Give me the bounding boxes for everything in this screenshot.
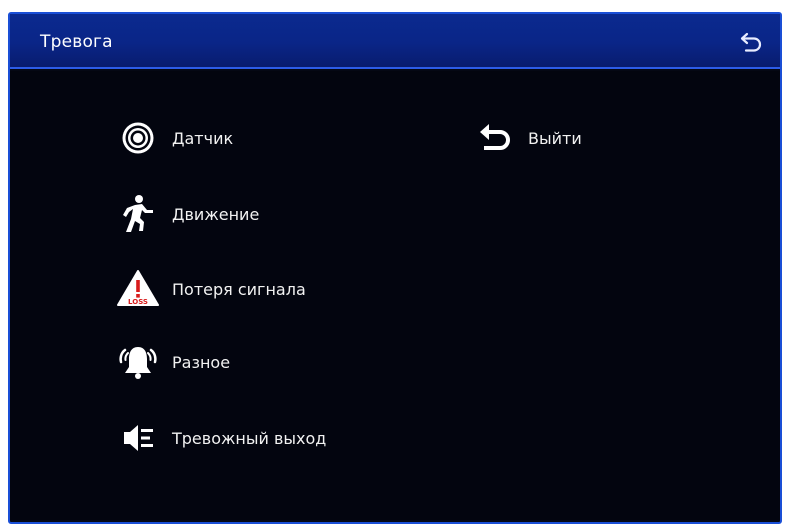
menu-item-motion[interactable]: Движение [116,193,259,235]
alarm-bell-icon [116,341,160,383]
menu-item-label: Движение [172,204,260,224]
return-arrow-icon [740,32,762,52]
menu-item-alarm-output[interactable]: Тревожный выход [116,417,326,459]
alarm-window: Тревога Датчик Движение LOSS Потеря сигн… [8,12,782,524]
menu-item-label: Выйти [528,128,582,148]
video-loss-warning-icon: LOSS [116,268,160,310]
menu-item-label: Тревожный выход [172,428,327,448]
menu-item-label: Разное [172,352,231,372]
menu-item-label: Потеря сигнала [172,279,306,299]
menu-item-misc[interactable]: Разное [116,341,230,383]
menu-item-video-loss[interactable]: LOSS Потеря сигнала [116,268,306,310]
menu-item-exit[interactable]: Выйти [472,117,582,159]
loss-icon-text: LOSS [128,298,148,306]
window-title: Тревога [40,32,113,52]
alarm-output-icon [116,417,160,459]
menu-item-label: Датчик [172,128,234,148]
exit-arrow-icon [472,117,516,159]
sensor-icon [116,117,160,159]
running-person-icon [116,193,160,235]
title-bar: Тревога [10,14,780,69]
menu-area: Датчик Движение LOSS Потеря сигнала Разн… [10,71,780,520]
back-button[interactable] [738,28,766,54]
menu-item-sensor[interactable]: Датчик [116,117,233,159]
